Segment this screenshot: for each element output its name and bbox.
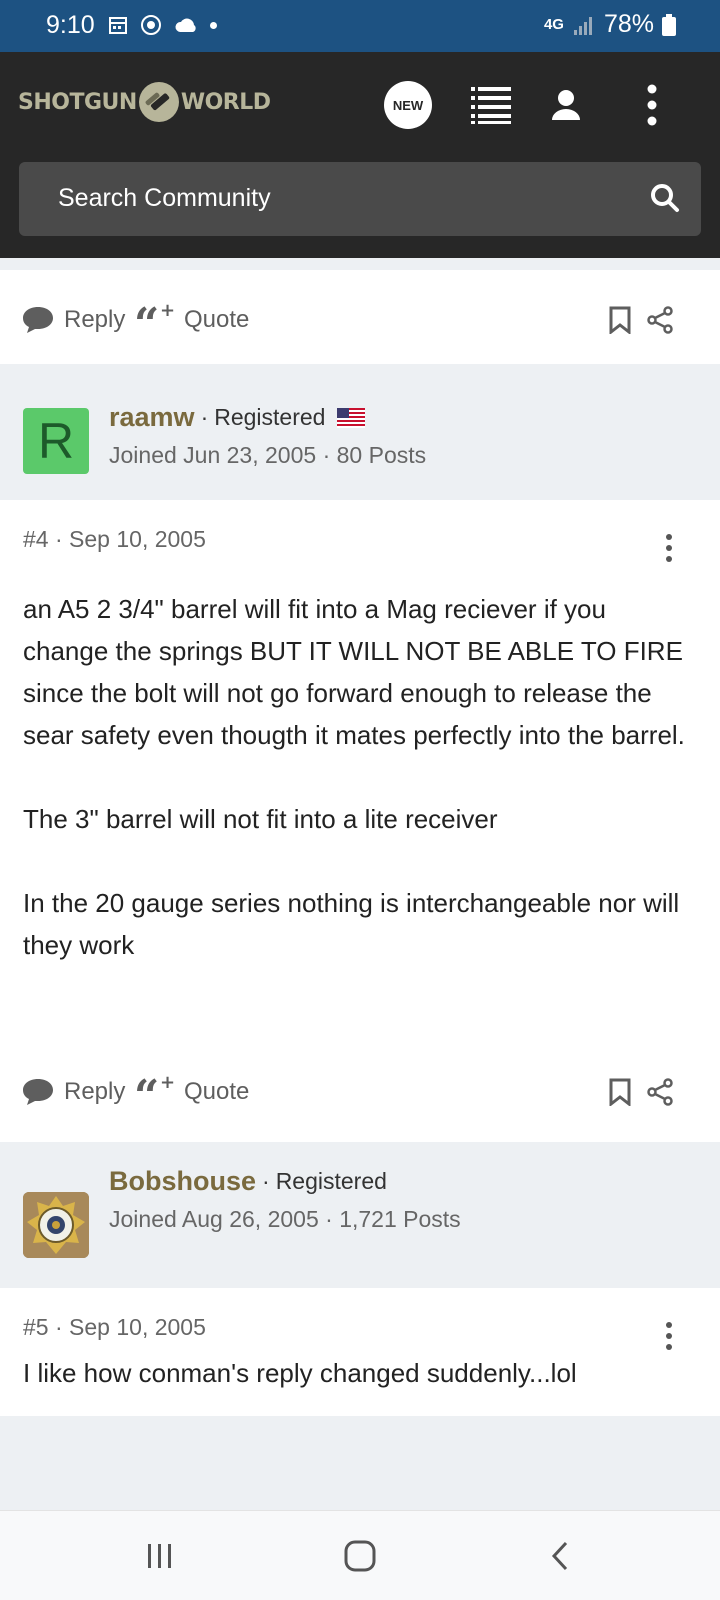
post-author-header: R raamw · Registered Joined Jun 23, 2005…: [0, 364, 720, 500]
status-bar: 9:10 4G 78%: [0, 0, 720, 52]
site-logo[interactable]: SHOTGUN WORLD: [18, 82, 271, 122]
notification-dot: [210, 21, 217, 29]
joined-date: Joined Aug 26, 2005: [109, 1206, 319, 1232]
post-paragraph: The 3" barrel will not fit into a lite r…: [23, 804, 498, 834]
post-count: 80 Posts: [336, 442, 427, 468]
avatar[interactable]: [23, 1192, 89, 1258]
search-input[interactable]: Search Community: [19, 162, 701, 236]
share-icon[interactable]: [646, 1078, 674, 1106]
system-navigation-bar: [0, 1510, 720, 1600]
cloud-icon: [175, 18, 196, 32]
quote-label: Quote: [184, 306, 250, 333]
post-action-bar: Reply “+ Quote: [0, 1042, 720, 1142]
quote-icon: “+: [134, 1075, 174, 1109]
speech-bubble-icon: [23, 307, 53, 333]
network-indicator: 4G: [543, 16, 564, 33]
home-button[interactable]: [320, 1511, 400, 1600]
post-paragraph: an A5 2 3/4" barrel will fit into a Mag …: [23, 594, 685, 750]
reply-button[interactable]: Reply: [22, 1042, 125, 1142]
post-number[interactable]: #5: [23, 1314, 49, 1340]
quote-icon: “+: [134, 303, 174, 337]
recent-apps-icon: [148, 1544, 171, 1568]
back-button[interactable]: [520, 1511, 600, 1600]
post-date: Sep 10, 2005: [69, 526, 206, 552]
badge-emblem-icon: [23, 1192, 89, 1258]
username[interactable]: raamw: [109, 402, 195, 433]
post-options-icon[interactable]: [666, 1322, 672, 1350]
share-icon[interactable]: [646, 306, 674, 334]
post-body: an A5 2 3/4" barrel will fit into a Mag …: [23, 588, 693, 1008]
svg-text:+: +: [160, 1075, 174, 1093]
status-time: 9:10: [46, 11, 95, 39]
separator-dot: ·: [262, 1168, 270, 1194]
svg-text:“: “: [134, 303, 159, 337]
reply-label: Reply: [64, 1078, 126, 1105]
recent-apps-button[interactable]: [120, 1511, 200, 1600]
new-badge: NEW: [384, 81, 432, 129]
post-body: I like how conman's reply changed sudden…: [23, 1352, 693, 1416]
post-paragraph: I like how conman's reply changed sudden…: [23, 1358, 577, 1388]
reply-button[interactable]: Reply: [22, 270, 125, 370]
username[interactable]: Bobshouse: [109, 1166, 256, 1197]
quote-button[interactable]: “+ Quote: [134, 270, 249, 370]
svg-text:“: “: [134, 1075, 159, 1109]
logo-text-right: WORLD: [180, 89, 271, 115]
user-icon[interactable]: [542, 80, 590, 130]
post-number[interactable]: #4: [23, 526, 49, 552]
battery-icon: [662, 13, 676, 36]
more-menu-icon[interactable]: [628, 80, 676, 130]
svg-text:+: +: [160, 303, 174, 321]
search-icon[interactable]: [649, 182, 681, 214]
app-header: SHOTGUN WORLD NEW Search Community: [0, 52, 720, 258]
back-icon: [551, 1541, 568, 1571]
bookmark-icon[interactable]: [608, 306, 632, 334]
post-author-header: Bobshouse · Registered Joined Aug 26, 20…: [0, 1152, 720, 1288]
shotgun-shell-icon: [138, 82, 179, 122]
separator-dot: ·: [200, 404, 209, 430]
post: #4 · Sep 10, 2005 an A5 2 3/4" barrel wi…: [0, 500, 720, 1134]
post: #5 · Sep 10, 2005 I like how conman's re…: [0, 1288, 720, 1416]
quote-label: Quote: [184, 1078, 250, 1105]
chrome-icon: [141, 15, 161, 35]
joined-date: Joined Jun 23, 2005: [109, 442, 317, 468]
bookmark-icon[interactable]: [608, 1078, 632, 1106]
post-date: Sep 10, 2005: [69, 1314, 206, 1340]
post-action-bar: Reply “+ Quote: [0, 270, 720, 370]
logo-text-left: SHOTGUN: [18, 89, 137, 115]
user-role: Registered: [214, 404, 326, 430]
quote-button[interactable]: “+ Quote: [134, 1042, 249, 1142]
search-placeholder: Search Community: [58, 184, 271, 212]
speech-bubble-icon: [23, 1079, 53, 1105]
post-options-icon[interactable]: [666, 534, 672, 562]
reply-label: Reply: [64, 306, 126, 333]
home-icon: [344, 1540, 376, 1572]
list-icon[interactable]: [468, 80, 516, 130]
battery-percent: 78%: [603, 10, 654, 38]
new-posts-button[interactable]: NEW: [384, 80, 432, 130]
signal-icon: [573, 16, 592, 35]
post-count: 1,721 Posts: [339, 1206, 461, 1232]
post-paragraph: In the 20 gauge series nothing is interc…: [23, 888, 680, 960]
us-flag-icon: [337, 407, 366, 428]
user-role: Registered: [275, 1168, 387, 1194]
avatar[interactable]: R: [23, 408, 89, 474]
calendar-icon: [109, 17, 127, 34]
